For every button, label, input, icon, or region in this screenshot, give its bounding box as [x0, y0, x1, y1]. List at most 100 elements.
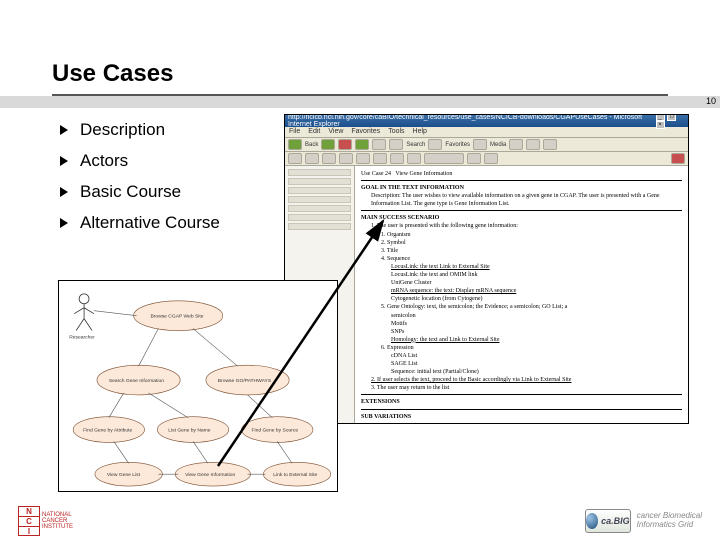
nci-letter: C: [19, 517, 39, 527]
cabig-mark: ca.BIG: [585, 509, 631, 533]
bullet-text: Description: [80, 120, 165, 140]
doc-line: 6. Expression: [381, 344, 682, 352]
bullet-text: Actors: [80, 151, 128, 171]
home-button[interactable]: [372, 139, 386, 150]
nci-text: NATIONAL CANCER INSTITUTE: [42, 512, 73, 530]
pdf-print-icon[interactable]: [305, 153, 319, 164]
pdf-find-icon[interactable]: [339, 153, 353, 164]
pdf-toolbar: [285, 152, 688, 166]
uc-label: Browse GO/PATHWAYS: [218, 378, 272, 384]
thumbnail[interactable]: [288, 223, 351, 230]
ie-menubar: File Edit View Favorites Tools Help: [285, 127, 688, 138]
doc-line: semicolon: [391, 312, 682, 320]
doc-line: Sequence: initial text (Partial/Clone): [391, 368, 682, 376]
favorites-label: Favorites: [445, 142, 470, 148]
forward-button[interactable]: [321, 139, 335, 150]
pdf-save-icon[interactable]: [288, 153, 302, 164]
pdf-select-icon[interactable]: [373, 153, 387, 164]
mail-button[interactable]: [526, 139, 540, 150]
goal-desc: Description: The user wishes to view ava…: [371, 192, 682, 208]
media-label: Media: [490, 142, 506, 148]
doc-line: LocusLink: the text Link to External Sit…: [391, 263, 682, 271]
nci-logo: N C I NATIONAL CANCER INSTITUTE: [18, 506, 73, 536]
refresh-button[interactable]: [355, 139, 369, 150]
stop-button[interactable]: [338, 139, 352, 150]
pdf-zoomout-icon[interactable]: [467, 153, 481, 164]
uc-label: Search Gene Information: [109, 378, 164, 384]
menu-favorites[interactable]: Favorites: [351, 128, 380, 136]
slide-title: Use Cases: [52, 60, 668, 92]
favorites-button[interactable]: [428, 139, 442, 150]
ie-titlebar: http://ncicb.nci.nih.gov/core/caBIO/tech…: [285, 115, 688, 127]
cabig-tagline: cancer Biomedical Informatics Grid: [637, 512, 702, 530]
step-intro: 1. The user is presented with the follow…: [371, 222, 682, 230]
bullet-item: Alternative Course: [60, 213, 220, 233]
doc-line: 5. Gene Ontology: text, the semicolon; t…: [381, 303, 682, 311]
history-button[interactable]: [509, 139, 523, 150]
actor-label: Researcher: [69, 334, 95, 340]
search-button[interactable]: [389, 139, 403, 150]
pdf-prev-icon[interactable]: [390, 153, 404, 164]
back-button[interactable]: [288, 139, 302, 150]
sub-header: SUB VARIATIONS: [361, 413, 682, 421]
bullet-text: Basic Course: [80, 182, 181, 202]
thumbnail[interactable]: [288, 196, 351, 203]
back-label: Back: [305, 142, 318, 148]
thumbnail[interactable]: [288, 205, 351, 212]
pdf-next-icon[interactable]: [407, 153, 421, 164]
slide-number: 10: [706, 96, 716, 106]
doc-line: mRNA sequence: the text: Display mRNA se…: [391, 287, 682, 295]
menu-tools[interactable]: Tools: [388, 128, 404, 136]
adobe-icon[interactable]: [671, 153, 685, 164]
minimize-icon[interactable]: _: [656, 114, 665, 121]
pdf-mail-icon[interactable]: [322, 153, 336, 164]
uc-label: Find Gene by Source: [251, 428, 298, 434]
pdf-hand-icon[interactable]: [356, 153, 370, 164]
globe-icon: [586, 513, 598, 529]
actor-icon: [74, 294, 94, 331]
ie-toolbar: Back Search Favorites Media: [285, 138, 688, 152]
uc-label: List Gene by Name: [168, 428, 211, 434]
nci-letter: N: [19, 507, 39, 517]
menu-edit[interactable]: Edit: [308, 128, 320, 136]
doc-line: 1. Organism: [381, 231, 682, 239]
slide-number-bar: 10: [0, 96, 720, 108]
pdf-zoom-field[interactable]: [424, 153, 464, 164]
uc-label: Find Gene by Attribute: [83, 428, 132, 434]
main-header: MAIN SUCCESS SCENARIO: [361, 214, 682, 222]
bullet-item: Actors: [60, 151, 220, 171]
print-button[interactable]: [543, 139, 557, 150]
menu-view[interactable]: View: [328, 128, 343, 136]
doc-line: SNPs: [391, 328, 682, 336]
thumbnail[interactable]: [288, 214, 351, 221]
maximize-icon[interactable]: □: [667, 114, 676, 121]
bullet-item: Description: [60, 120, 220, 140]
bullet-item: Basic Course: [60, 182, 220, 202]
cabig-logo: ca.BIG cancer Biomedical Informatics Gri…: [585, 509, 702, 533]
doc-line: UniGene Cluster: [391, 279, 682, 287]
bullet-icon: [60, 187, 70, 197]
menu-help[interactable]: Help: [413, 128, 427, 136]
doc-line: 4. Sequence: [381, 255, 682, 263]
uc-label: View Gene List: [107, 472, 141, 478]
cabig-mark-text: ca.BIG: [601, 516, 630, 526]
browser-screenshot: http://ncicb.nci.nih.gov/core/caBIO/tech…: [284, 114, 689, 424]
pdf-document: Use Case 24 View Gene Information GOAL I…: [355, 166, 688, 423]
thumbnail[interactable]: [288, 187, 351, 194]
doc-line: LocusLink: the text and OMIM link: [391, 271, 682, 279]
uc-name: View Gene Information: [395, 171, 452, 177]
nci-letter: I: [19, 527, 39, 536]
bullet-icon: [60, 218, 70, 228]
media-button[interactable]: [473, 139, 487, 150]
bullet-icon: [60, 125, 70, 135]
thumbnail[interactable]: [288, 178, 351, 185]
uc-id: Use Case 24: [361, 171, 391, 177]
close-icon[interactable]: ×: [656, 121, 665, 129]
menu-file[interactable]: File: [289, 128, 300, 136]
uc-label: View Gene Information: [185, 472, 235, 478]
pdf-zoomin-icon[interactable]: [484, 153, 498, 164]
doc-line: Cytogenetic location (from Cytogene): [391, 295, 682, 303]
thumbnail[interactable]: [288, 169, 351, 176]
doc-line: 3. The user may return to the list: [371, 384, 682, 392]
search-label: Search: [406, 142, 425, 148]
